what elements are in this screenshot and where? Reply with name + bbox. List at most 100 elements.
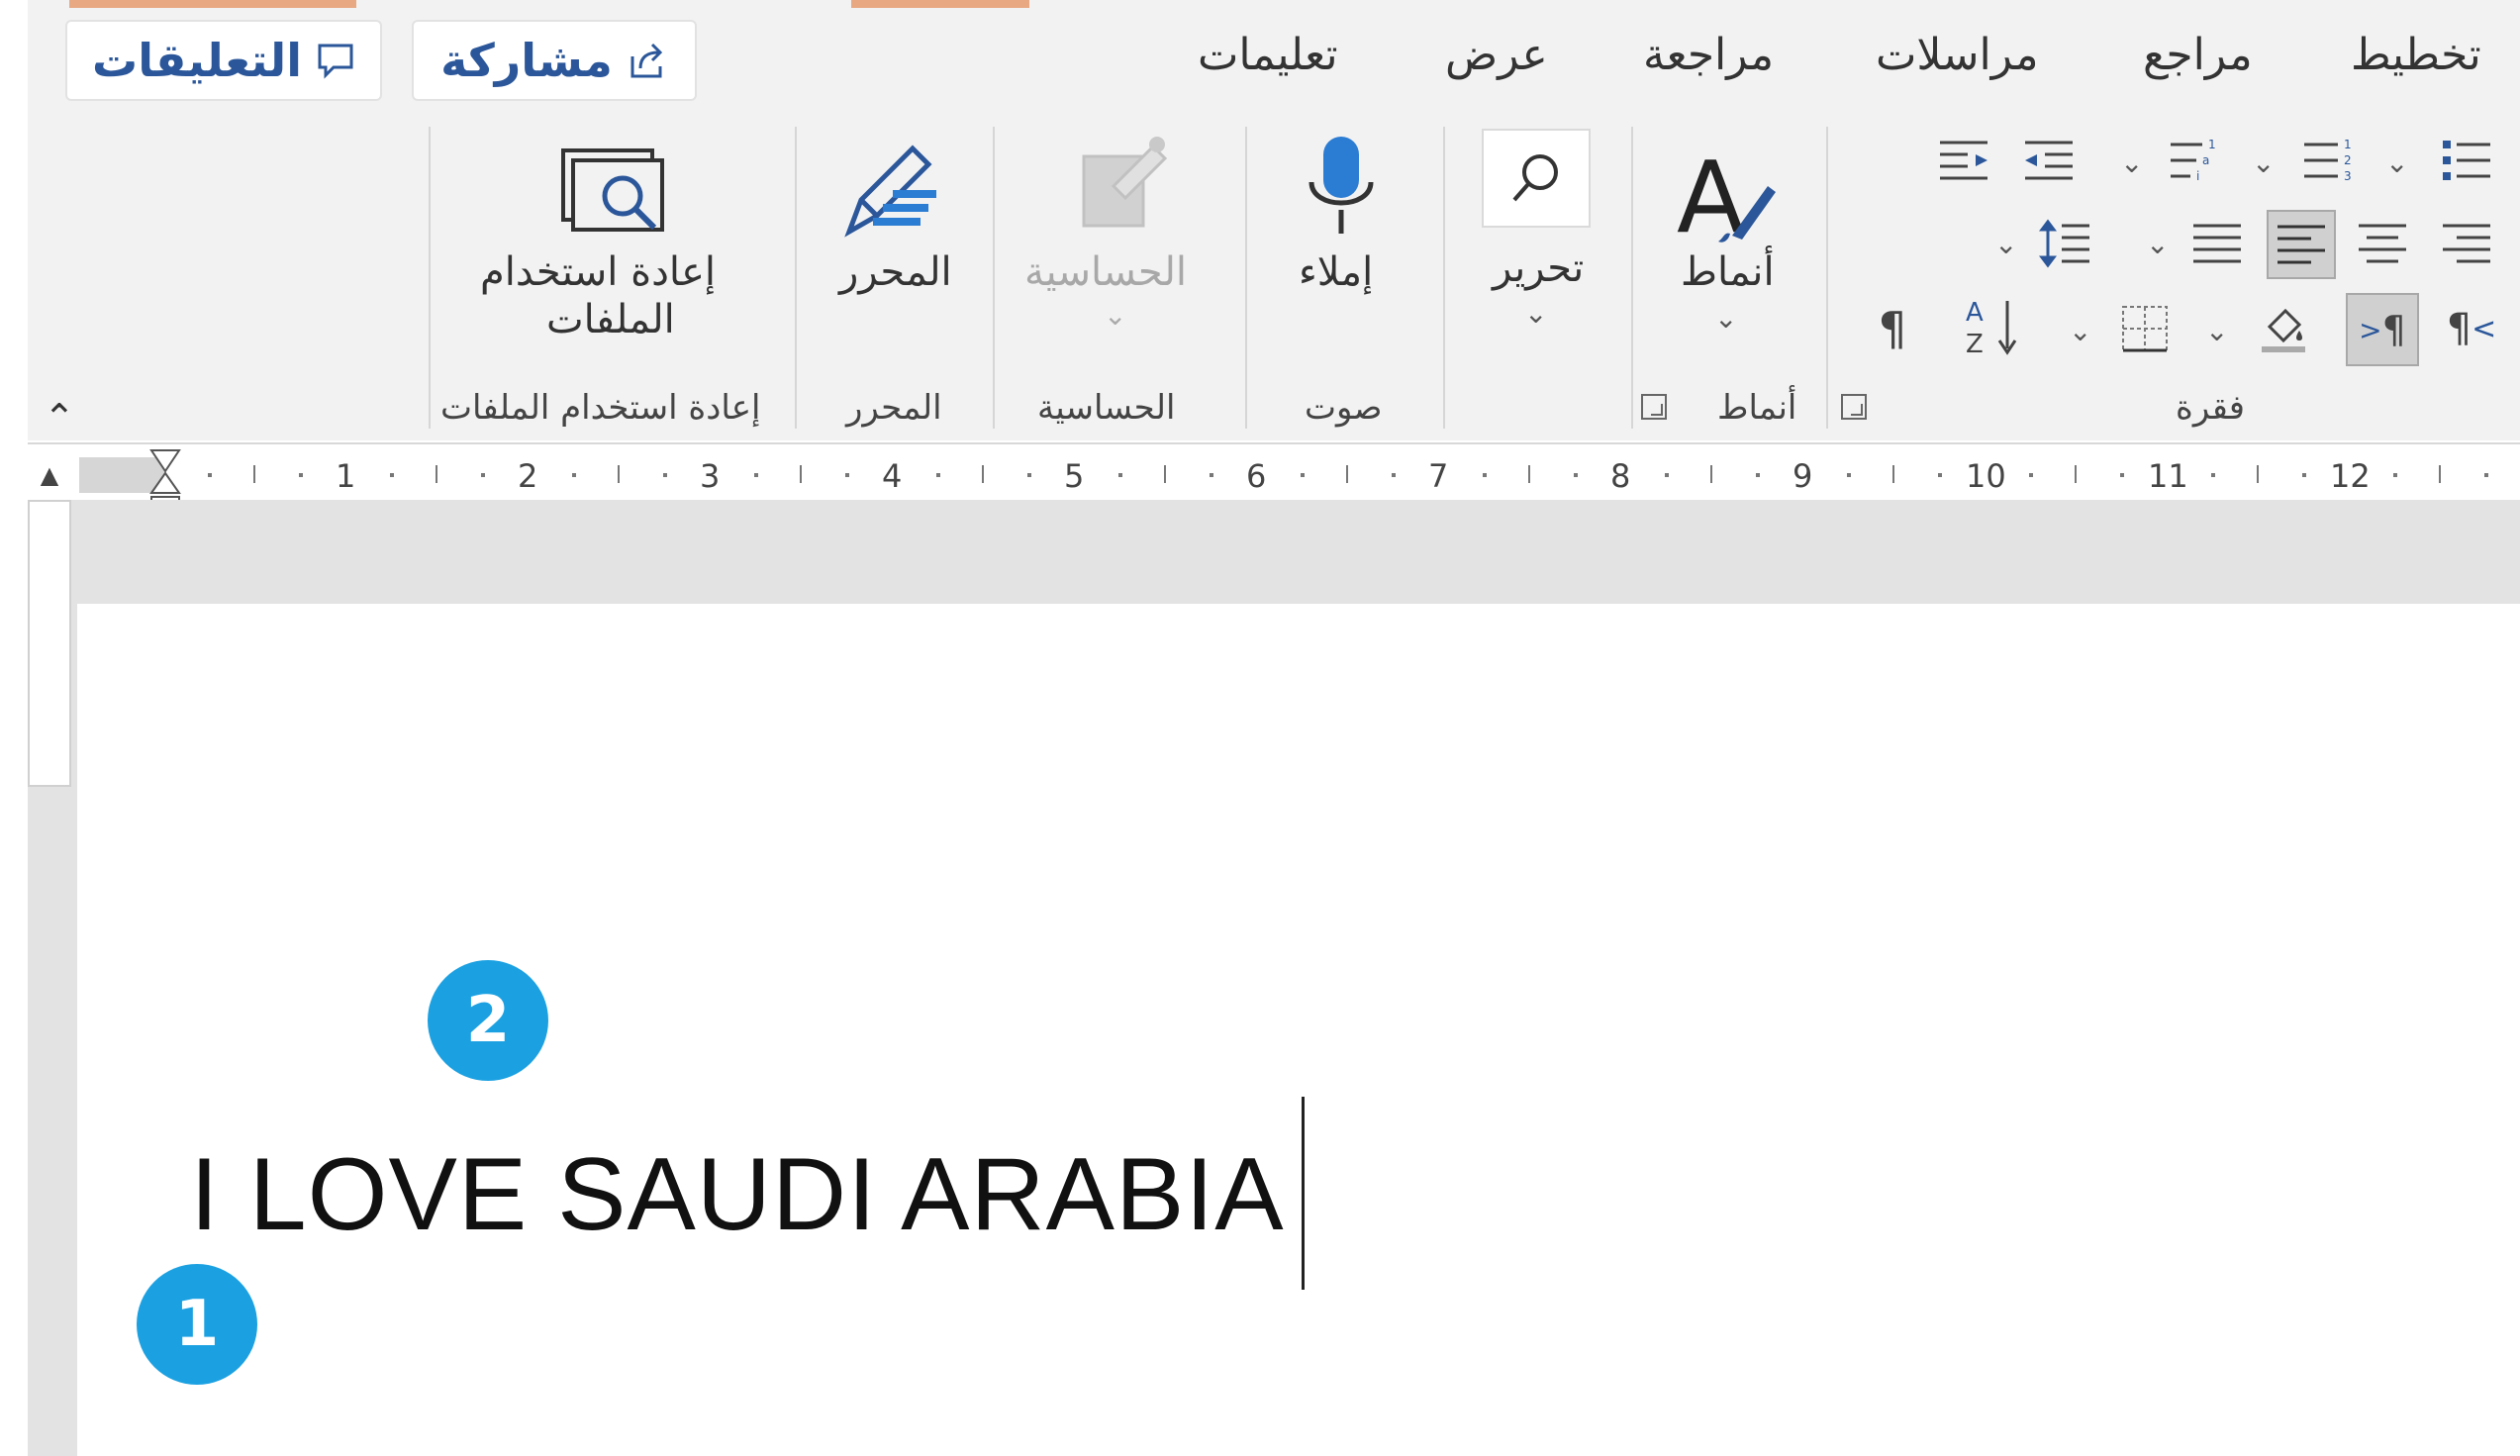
reuse-files-label-line1[interactable]: إعادة استخدام [480, 249, 716, 295]
sensitivity-icon[interactable] [1074, 127, 1173, 245]
ruler-dot [2211, 473, 2215, 477]
ruler-tick [1164, 465, 1166, 483]
chevron-down-icon[interactable]: ⌄ [2120, 146, 2143, 179]
ruler-scroll-up-icon[interactable]: ▲ [32, 457, 67, 493]
comment-icon [318, 44, 353, 79]
comments-button[interactable]: التعليقات [65, 20, 382, 101]
title-bar-fragment [851, 0, 1029, 8]
align-center-icon[interactable] [2351, 212, 2414, 275]
text-cursor [1302, 1097, 1305, 1290]
tab-layout[interactable]: تخطيط [2351, 30, 2481, 80]
increase-indent-icon[interactable] [1932, 129, 1995, 192]
rtl-direction-icon[interactable]: ¶ < [2440, 297, 2503, 360]
ruler-tick [1710, 465, 1712, 483]
ruler-number: 2 [518, 457, 538, 495]
ruler-number: 3 [700, 457, 721, 495]
title-bar-fragment [69, 0, 356, 8]
document-text[interactable]: I LOVE SAUDI ARABIA [190, 1136, 1285, 1254]
chevron-down-icon[interactable]: ⌄ [2146, 228, 2169, 260]
chevron-down-icon[interactable]: ⌄ [1104, 299, 1126, 332]
svg-text:i: i [2196, 169, 2199, 183]
ltr-direction-icon[interactable]: > ¶ [2346, 293, 2419, 366]
ruler-dot [1665, 473, 1669, 477]
group-label-editor: المحرر [846, 388, 942, 428]
svg-text:1: 1 [2208, 138, 2216, 151]
styles-label[interactable]: أنماط [1681, 249, 1775, 295]
ruler-tick [1346, 465, 1348, 483]
group-label-sensitivity: الحساسية [1037, 388, 1176, 428]
chevron-down-icon[interactable]: ⌄ [1524, 297, 1547, 330]
ruler-number: 4 [882, 457, 903, 495]
ruler-tick [982, 465, 984, 483]
chevron-down-icon[interactable]: ⌄ [1994, 228, 2017, 260]
group-separator [1631, 127, 1633, 429]
page-gap [77, 500, 2520, 604]
comments-label: التعليقات [92, 34, 302, 87]
align-left-icon[interactable] [2267, 210, 2336, 279]
ruler-number: 11 [2148, 457, 2188, 495]
align-right-icon[interactable] [2435, 212, 2498, 275]
ruler-dot [2484, 473, 2488, 477]
chevron-down-icon[interactable]: ⌄ [2205, 315, 2228, 347]
chevron-down-icon[interactable]: ⌄ [2252, 146, 2275, 179]
horizontal-ruler[interactable] [28, 442, 2520, 502]
vertical-ruler-margin [28, 500, 71, 787]
collapse-ribbon-icon[interactable]: ⌃ [44, 396, 75, 439]
ruler-number: 9 [1793, 457, 1813, 495]
microphone-icon[interactable] [1302, 131, 1381, 249]
editor-pen-icon[interactable] [833, 129, 952, 247]
justify-icon[interactable] [2185, 212, 2249, 275]
editor-label[interactable]: المحرر [839, 249, 952, 295]
ruler-dot [481, 473, 485, 477]
tab-references[interactable]: مراجع [2143, 30, 2253, 80]
ruler-tick [2439, 465, 2441, 483]
borders-icon[interactable] [2113, 297, 2177, 360]
reuse-files-icon[interactable] [559, 146, 668, 242]
ruler-number: 6 [1246, 457, 1267, 495]
tab-review[interactable]: مراجعة [1643, 30, 1774, 80]
ruler-dot [845, 473, 849, 477]
ruler-dot [2393, 473, 2397, 477]
show-formatting-icon[interactable]: ¶ [1861, 297, 1924, 360]
ruler-dot [1574, 473, 1578, 477]
group-label-styles: أنماط [1717, 388, 1797, 428]
ruler-dot [572, 473, 576, 477]
shading-icon[interactable] [2252, 297, 2315, 360]
sensitivity-label[interactable]: الحساسية [1024, 249, 1187, 295]
chevron-down-icon[interactable]: ⌄ [1714, 302, 1737, 335]
reuse-files-label-line2[interactable]: الملفات [546, 297, 675, 342]
search-icon [1512, 154, 1558, 202]
dictate-label[interactable]: إملاء [1299, 249, 1373, 295]
chevron-down-icon[interactable]: ⌄ [2069, 315, 2091, 347]
decrease-indent-icon[interactable] [2017, 129, 2081, 192]
share-label: مشاركة [440, 34, 613, 87]
tab-mailings[interactable]: مراسلات [1876, 30, 2039, 80]
styles-icon[interactable]: A [1673, 137, 1782, 255]
editing-label[interactable]: تحرير [1493, 245, 1584, 291]
ruler-dot [936, 473, 940, 477]
sort-icon[interactable]: AZ [1962, 295, 2025, 358]
share-icon [630, 43, 662, 78]
styles-dialog-launcher-icon[interactable] [1641, 394, 1667, 420]
group-separator [993, 127, 995, 429]
tab-view[interactable]: عرض [1445, 30, 1548, 80]
ruler-dot [1392, 473, 1396, 477]
bullets-icon[interactable] [2435, 129, 2498, 192]
svg-text:3: 3 [2344, 169, 2352, 183]
ruler-tick [1528, 465, 1530, 483]
multilevel-list-icon[interactable]: 1 ai [2163, 129, 2226, 192]
ruler-dot [2120, 473, 2124, 477]
numbering-icon[interactable]: 1 2 3 [2296, 129, 2360, 192]
ruler-tick [436, 465, 437, 483]
paragraph-dialog-launcher-icon[interactable] [1841, 394, 1867, 420]
line-spacing-icon[interactable] [2034, 212, 2097, 275]
callout-2-number: 2 [465, 984, 511, 1057]
ruler-dot [208, 473, 212, 477]
ruler-tick [253, 465, 255, 483]
chevron-down-icon[interactable]: ⌄ [2385, 146, 2408, 179]
group-label-paragraph: فقرة [2176, 388, 2246, 428]
group-separator [1245, 127, 1247, 429]
tab-help[interactable]: تعليمات [1198, 30, 1338, 80]
editing-button[interactable] [1482, 129, 1591, 228]
share-button[interactable]: مشاركة [412, 20, 697, 101]
